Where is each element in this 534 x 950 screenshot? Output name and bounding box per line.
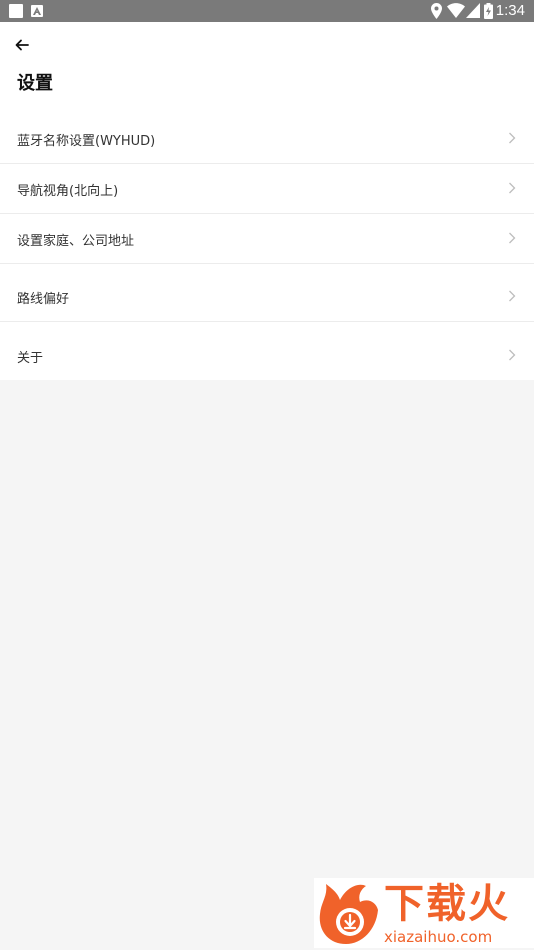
location-icon (431, 3, 442, 19)
setting-label: 关于 (17, 351, 44, 366)
chevron-right-icon (509, 132, 516, 144)
setting-about[interactable]: 关于 (0, 322, 534, 380)
notification-a-icon (31, 5, 43, 17)
setting-home-work-address[interactable]: 设置家庭、公司地址 (0, 214, 534, 264)
setting-label: 导航视角(北向上) (17, 184, 119, 199)
battery-charging-icon (484, 3, 493, 19)
chevron-right-icon (509, 232, 516, 244)
notification-square-icon (9, 4, 23, 18)
flame-download-icon (319, 884, 378, 944)
watermark-chinese: 下载火 (384, 881, 510, 927)
setting-bluetooth-name[interactable]: 蓝牙名称设置(WYHUD) (0, 114, 534, 164)
status-bar: 1:34 (0, 0, 534, 22)
settings-list: 蓝牙名称设置(WYHUD) 导航视角(北向上) 设置家庭、公司地址 路线偏好 关… (0, 114, 534, 380)
chevron-right-icon (509, 349, 516, 361)
setting-route-preference[interactable]: 路线偏好 (0, 264, 534, 322)
watermark-domain: xiazaihuo.com (384, 928, 493, 946)
setting-label: 蓝牙名称设置(WYHUD) (17, 134, 156, 149)
setting-label: 设置家庭、公司地址 (17, 234, 135, 249)
wifi-icon (447, 3, 465, 18)
page-title: 设置 (17, 73, 53, 94)
status-time: 1:34 (495, 2, 525, 19)
arrow-left-icon (15, 39, 29, 51)
signal-icon (466, 3, 480, 18)
chevron-right-icon (509, 290, 516, 302)
setting-label: 路线偏好 (17, 292, 70, 307)
watermark-logo: 下载火 xiazaihuo.com (314, 878, 534, 948)
back-button[interactable] (12, 36, 32, 54)
app-header: 设置 (0, 22, 534, 114)
setting-navigation-view[interactable]: 导航视角(北向上) (0, 164, 534, 214)
chevron-right-icon (509, 182, 516, 194)
